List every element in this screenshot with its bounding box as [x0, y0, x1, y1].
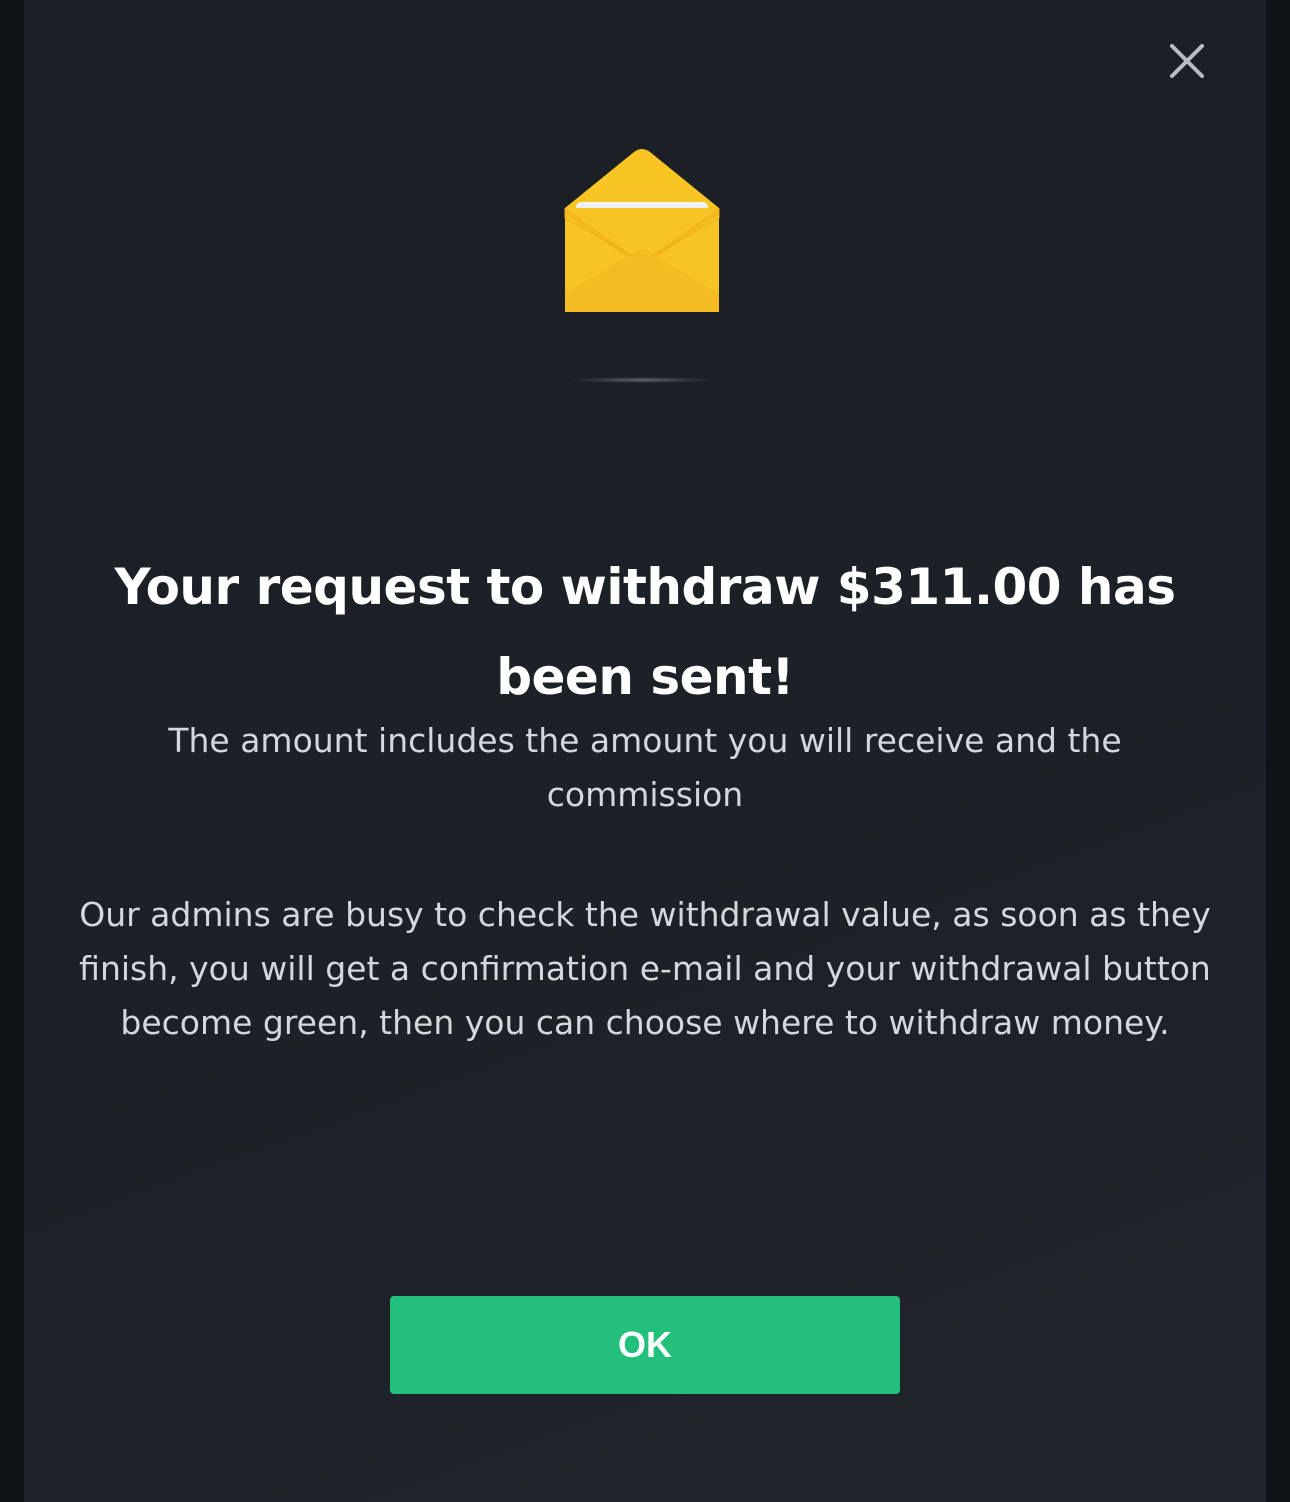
withdraw-confirmation-dialog: Your request to withdraw $311.00 has bee… [24, 0, 1266, 1502]
admin-review-message: Our admins are busy to check the withdra… [79, 895, 1211, 1042]
open-envelope-icon [562, 144, 722, 316]
envelope-shadow [572, 377, 712, 383]
screen-background: Your request to withdraw $311.00 has bee… [0, 0, 1290, 1502]
dialog-title: Your request to withdraw $311.00 has bee… [114, 558, 1176, 706]
close-button[interactable] [1162, 36, 1212, 86]
ok-button[interactable]: OK [390, 1296, 900, 1394]
close-icon [1170, 44, 1204, 78]
commission-note: The amount includes the amount you will … [168, 721, 1122, 814]
